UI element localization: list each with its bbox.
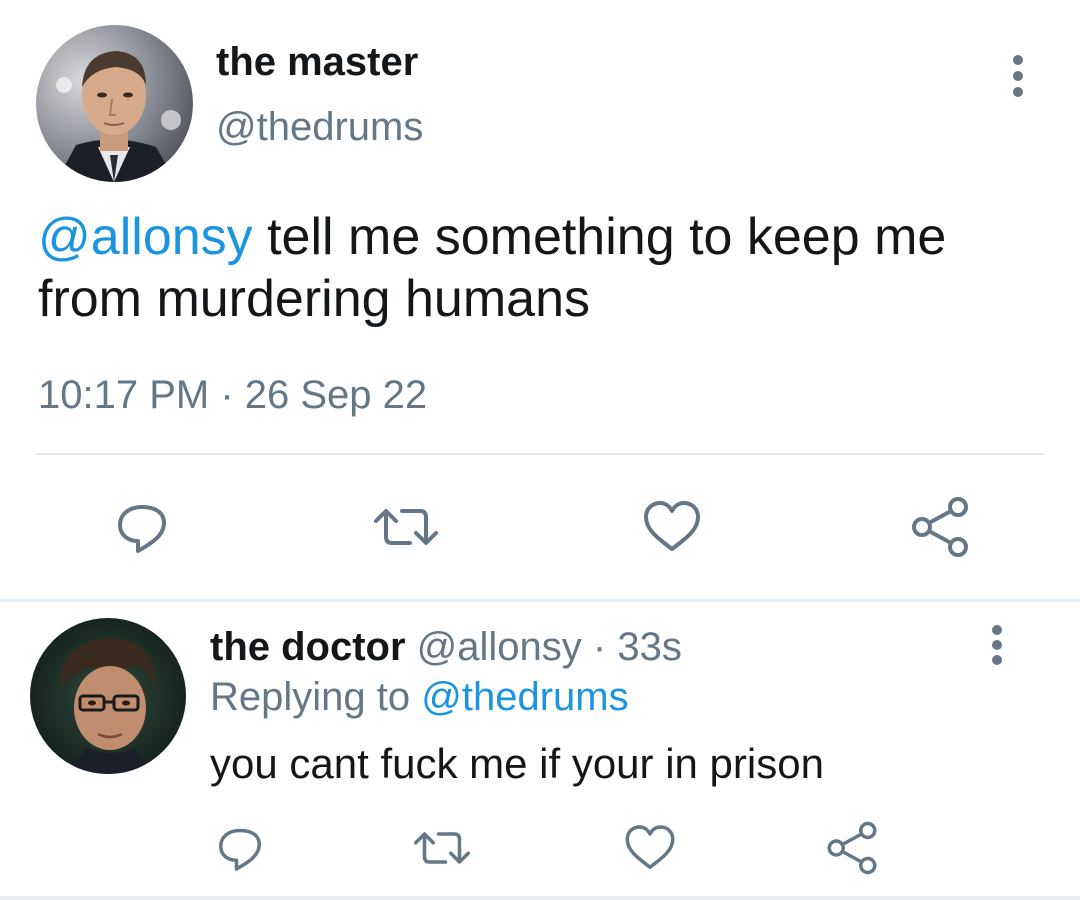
retweet-icon[interactable] <box>410 820 474 884</box>
like-icon[interactable] <box>640 495 704 559</box>
more-options-icon[interactable] <box>1000 52 1036 100</box>
reply-icon[interactable] <box>212 820 276 884</box>
mention-link[interactable]: @allonsy <box>38 208 253 266</box>
replying-prefix: Replying to <box>210 675 422 719</box>
author-display-name[interactable]: the master <box>216 38 418 86</box>
reply-icon[interactable] <box>110 495 174 559</box>
avatar-image <box>36 25 193 182</box>
share-icon[interactable] <box>824 820 888 884</box>
author-handle[interactable]: @thedrums <box>216 103 423 151</box>
tweet-text: @allonsy tell me something to keep me fr… <box>38 206 1048 330</box>
avatar-image <box>30 618 186 774</box>
bottom-separator <box>0 896 1080 900</box>
tweet-timestamp[interactable]: 10:17 PM · 26 Sep 22 <box>38 370 427 420</box>
divider <box>36 453 1044 455</box>
replying-handle-link[interactable]: @thedrums <box>421 675 628 719</box>
share-icon[interactable] <box>908 495 972 559</box>
replying-to-line: Replying to @thedrums <box>210 672 629 722</box>
section-separator <box>0 599 1080 602</box>
like-icon[interactable] <box>622 820 686 884</box>
reply-author-display-name[interactable]: the doctor <box>210 625 406 669</box>
reply-header: the doctor @allonsy · 33s <box>210 622 682 672</box>
avatar-the-doctor[interactable] <box>30 618 186 774</box>
reply-author-meta: @allonsy · 33s <box>405 625 682 669</box>
retweet-icon[interactable] <box>370 495 438 559</box>
reply-text: you cant fuck me if your in prison <box>210 740 824 787</box>
avatar-the-master[interactable] <box>36 25 193 182</box>
more-options-icon[interactable] <box>980 622 1014 668</box>
